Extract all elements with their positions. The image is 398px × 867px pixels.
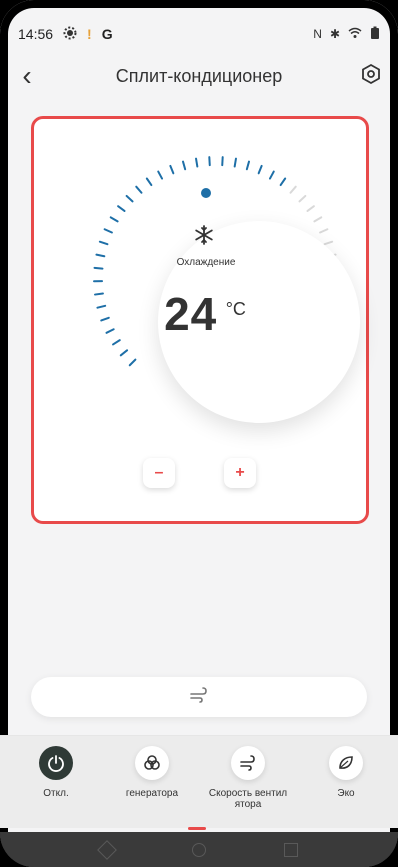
increase-temp-button[interactable]: + — [224, 458, 256, 488]
mode-label: Охлаждение — [176, 257, 236, 268]
phone-screen: 14:56 ! G N ✱ ‹ Сплит-кондиционер Охлажд… — [0, 0, 398, 867]
dial-tick — [100, 316, 110, 322]
dial-tick — [257, 164, 263, 175]
battery-icon — [370, 26, 380, 43]
android-recents[interactable] — [284, 842, 298, 857]
bluetooth-icon: ✱ — [329, 27, 340, 41]
dial-tick — [319, 228, 329, 234]
dial-tick — [128, 358, 137, 367]
status-time: 14:56 — [18, 26, 54, 42]
dial-tick — [268, 170, 275, 180]
dial-tick — [119, 349, 129, 357]
app-bar: ‹ Сплит-кондиционер — [10, 56, 388, 96]
dial-tick — [95, 253, 106, 258]
android-nav-bar — [0, 832, 398, 867]
android-home[interactable] — [192, 842, 206, 857]
temperature-display: 24 °C — [120, 287, 290, 341]
dial-tick — [289, 185, 297, 194]
settings-hex-icon — [360, 63, 382, 90]
temperature-dial[interactable] — [92, 155, 360, 423]
google-icon: G — [101, 26, 113, 42]
status-right: N ✱ — [313, 26, 380, 43]
dial-tick — [157, 170, 164, 180]
thermostat-card: Охлаждение 24 °C — [31, 116, 369, 524]
dial-tick — [103, 228, 113, 234]
page-indicator — [188, 827, 206, 830]
back-button[interactable]: ‹ — [10, 59, 44, 93]
snowflake-icon — [192, 223, 216, 247]
plus-label: + — [235, 464, 245, 481]
dial-tick — [245, 160, 251, 171]
nav-label: Эко — [337, 788, 355, 799]
gear-icon — [63, 26, 77, 43]
nav-generator[interactable]: генератора — [102, 746, 202, 799]
android-back[interactable] — [97, 839, 117, 860]
dial-tick — [145, 177, 153, 187]
generator-icon — [135, 746, 169, 780]
nfc-icon: N — [313, 27, 322, 41]
nav-label: Скорость вентил ятора — [208, 788, 288, 810]
chevron-left-icon: ‹ — [22, 60, 32, 91]
nav-fan-speed[interactable]: Скорость вентил ятора — [198, 746, 298, 810]
dial-tick — [135, 185, 143, 194]
minus-label: – — [154, 464, 164, 481]
status-left: 14:56 ! G — [18, 26, 113, 43]
dial-knob[interactable] — [201, 188, 211, 198]
leaf-icon — [329, 746, 363, 780]
nav-power[interactable]: Откл. — [6, 746, 106, 799]
nav-label: генератора — [125, 788, 179, 799]
dial-tick — [181, 160, 187, 171]
warning-icon: ! — [87, 26, 92, 42]
dial-tick — [233, 157, 237, 168]
dial-tick — [93, 266, 104, 270]
temperature-unit: °C — [225, 299, 246, 319]
dial-tick — [96, 304, 107, 309]
dial-tick — [112, 339, 121, 346]
nav-eco[interactable]: Эко — [296, 746, 396, 799]
nav-label: Откл. — [43, 788, 69, 799]
dial-tick — [125, 194, 134, 203]
dial-tick — [98, 240, 109, 246]
wind-icon — [231, 746, 265, 780]
page-title: Сплит-кондиционер — [115, 65, 283, 86]
power-icon — [39, 746, 73, 780]
temperature-value: 24 — [164, 288, 218, 340]
dial-tick — [298, 194, 307, 203]
wifi-icon — [348, 27, 362, 42]
dial-tick — [169, 164, 175, 175]
fan-mode-pill[interactable] — [31, 677, 367, 717]
settings-button[interactable] — [354, 59, 388, 93]
dial-tick — [93, 292, 104, 296]
decrease-temp-button[interactable]: – — [143, 458, 175, 488]
dial-tick — [105, 328, 115, 334]
dial-tick — [109, 216, 119, 223]
fan-wind-icon — [188, 686, 210, 709]
dial-tick — [195, 157, 199, 168]
status-bar: 14:56 ! G N ✱ — [18, 22, 380, 46]
dial-tick — [306, 205, 315, 212]
dial-tick — [279, 177, 287, 187]
dial-tick — [313, 216, 323, 223]
dial-tick — [117, 205, 126, 212]
bottom-nav: Откл. генератора Скорость вентил ятора Э… — [0, 735, 398, 828]
dial-tick — [323, 240, 334, 246]
